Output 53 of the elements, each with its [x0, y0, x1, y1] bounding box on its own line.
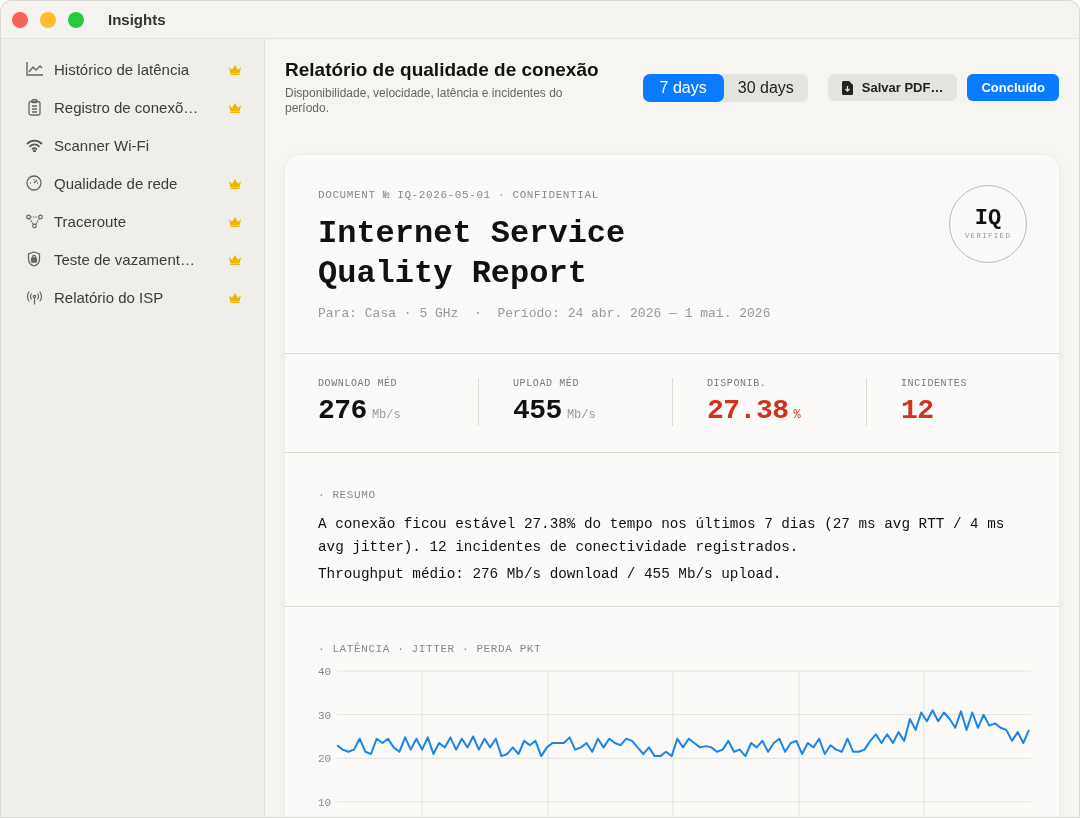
close-button[interactable] — [12, 11, 28, 28]
wifi-icon — [25, 138, 43, 152]
window-title: Insights — [108, 11, 166, 28]
gauge-icon — [26, 175, 42, 191]
nodes-icon — [25, 213, 43, 229]
save-pdf-button[interactable]: Salvar PDF… — [827, 74, 958, 101]
stat-value: 12 — [901, 395, 934, 426]
stat-unit: Mb/s — [371, 408, 401, 422]
document-number: DOCUMENT № IQ-2026-05-01 · CONFIDENTIAL — [318, 189, 600, 201]
sidebar-item[interactable]: Registro de conexõ… — [1, 88, 264, 126]
document-download-icon — [841, 80, 853, 95]
page-title: Relatório de qualidade de conexão — [285, 59, 600, 81]
crown-icon — [228, 101, 242, 113]
sidebar-item[interactable]: Scanner Wi-Fi — [1, 126, 264, 164]
shield-lock-icon — [27, 251, 41, 267]
axis-tick-label: 40 — [318, 666, 332, 678]
crown-icon — [228, 253, 242, 265]
sidebar-item[interactable]: Histórico de latência — [1, 50, 264, 88]
done-button[interactable]: Concluído — [967, 74, 1059, 101]
range-option[interactable]: 30 days — [723, 74, 808, 102]
stat-value: 455 — [513, 395, 562, 426]
stat-label: INCIDENTES — [901, 378, 968, 389]
crown-icon — [228, 215, 242, 227]
page-subtitle: Disponibilidade, velocidade, latência e incidentes do período. — [285, 86, 564, 116]
line-chart-icon — [25, 62, 43, 76]
summary-paragraph: Throughput médio: 276 Mb/s download / 455 Mb/s upload. — [318, 565, 783, 584]
crown-icon — [228, 291, 242, 303]
stat-unit: % — [793, 408, 801, 422]
zoom-button[interactable] — [68, 11, 84, 28]
clipboard-icon — [27, 98, 41, 116]
axis-tick-label: 10 — [318, 797, 332, 809]
report-meta: Para: Casa · 5 GHz · Período: 24 abr. 2026 — 1 mai. 2026 — [318, 306, 771, 321]
sidebar-item[interactable]: Teste de vazament… — [1, 240, 264, 278]
stat-label: DOWNLOAD MÉD — [318, 378, 399, 389]
sidebar-item[interactable]: Relatório do ISP — [1, 278, 264, 316]
stat-label: DISPONIB. — [707, 378, 768, 389]
crown-icon — [228, 177, 242, 189]
axis-tick-label: 30 — [318, 709, 332, 722]
antenna-icon — [25, 289, 43, 305]
summary-paragraph: A conexão ficou estável 27.38% do tempo nos últimos 7 dias (27 ms avg RTT / 4 ms avg jitter). 12 incidentes de conectividade registrados. — [318, 515, 1006, 557]
report-title: Internet Service Quality Report — [318, 214, 627, 294]
sidebar-item[interactable]: Traceroute — [1, 202, 264, 240]
section-heading: · LATÊNCIA · JITTER · PERDA PKT — [318, 643, 543, 655]
minimize-button[interactable] — [40, 11, 56, 28]
axis-tick-label: 20 — [318, 753, 332, 766]
stat-value: 27.38 — [707, 395, 789, 426]
crown-icon — [228, 63, 242, 75]
stat-unit: Mb/s — [566, 408, 596, 422]
stat-value: 276 — [318, 395, 367, 426]
stat-label: UPLOAD MÉD — [513, 378, 580, 389]
sidebar-item[interactable]: Qualidade de rede — [1, 164, 264, 202]
range-option[interactable]: 7 days — [642, 74, 724, 102]
section-heading: · RESUMO — [318, 489, 377, 501]
